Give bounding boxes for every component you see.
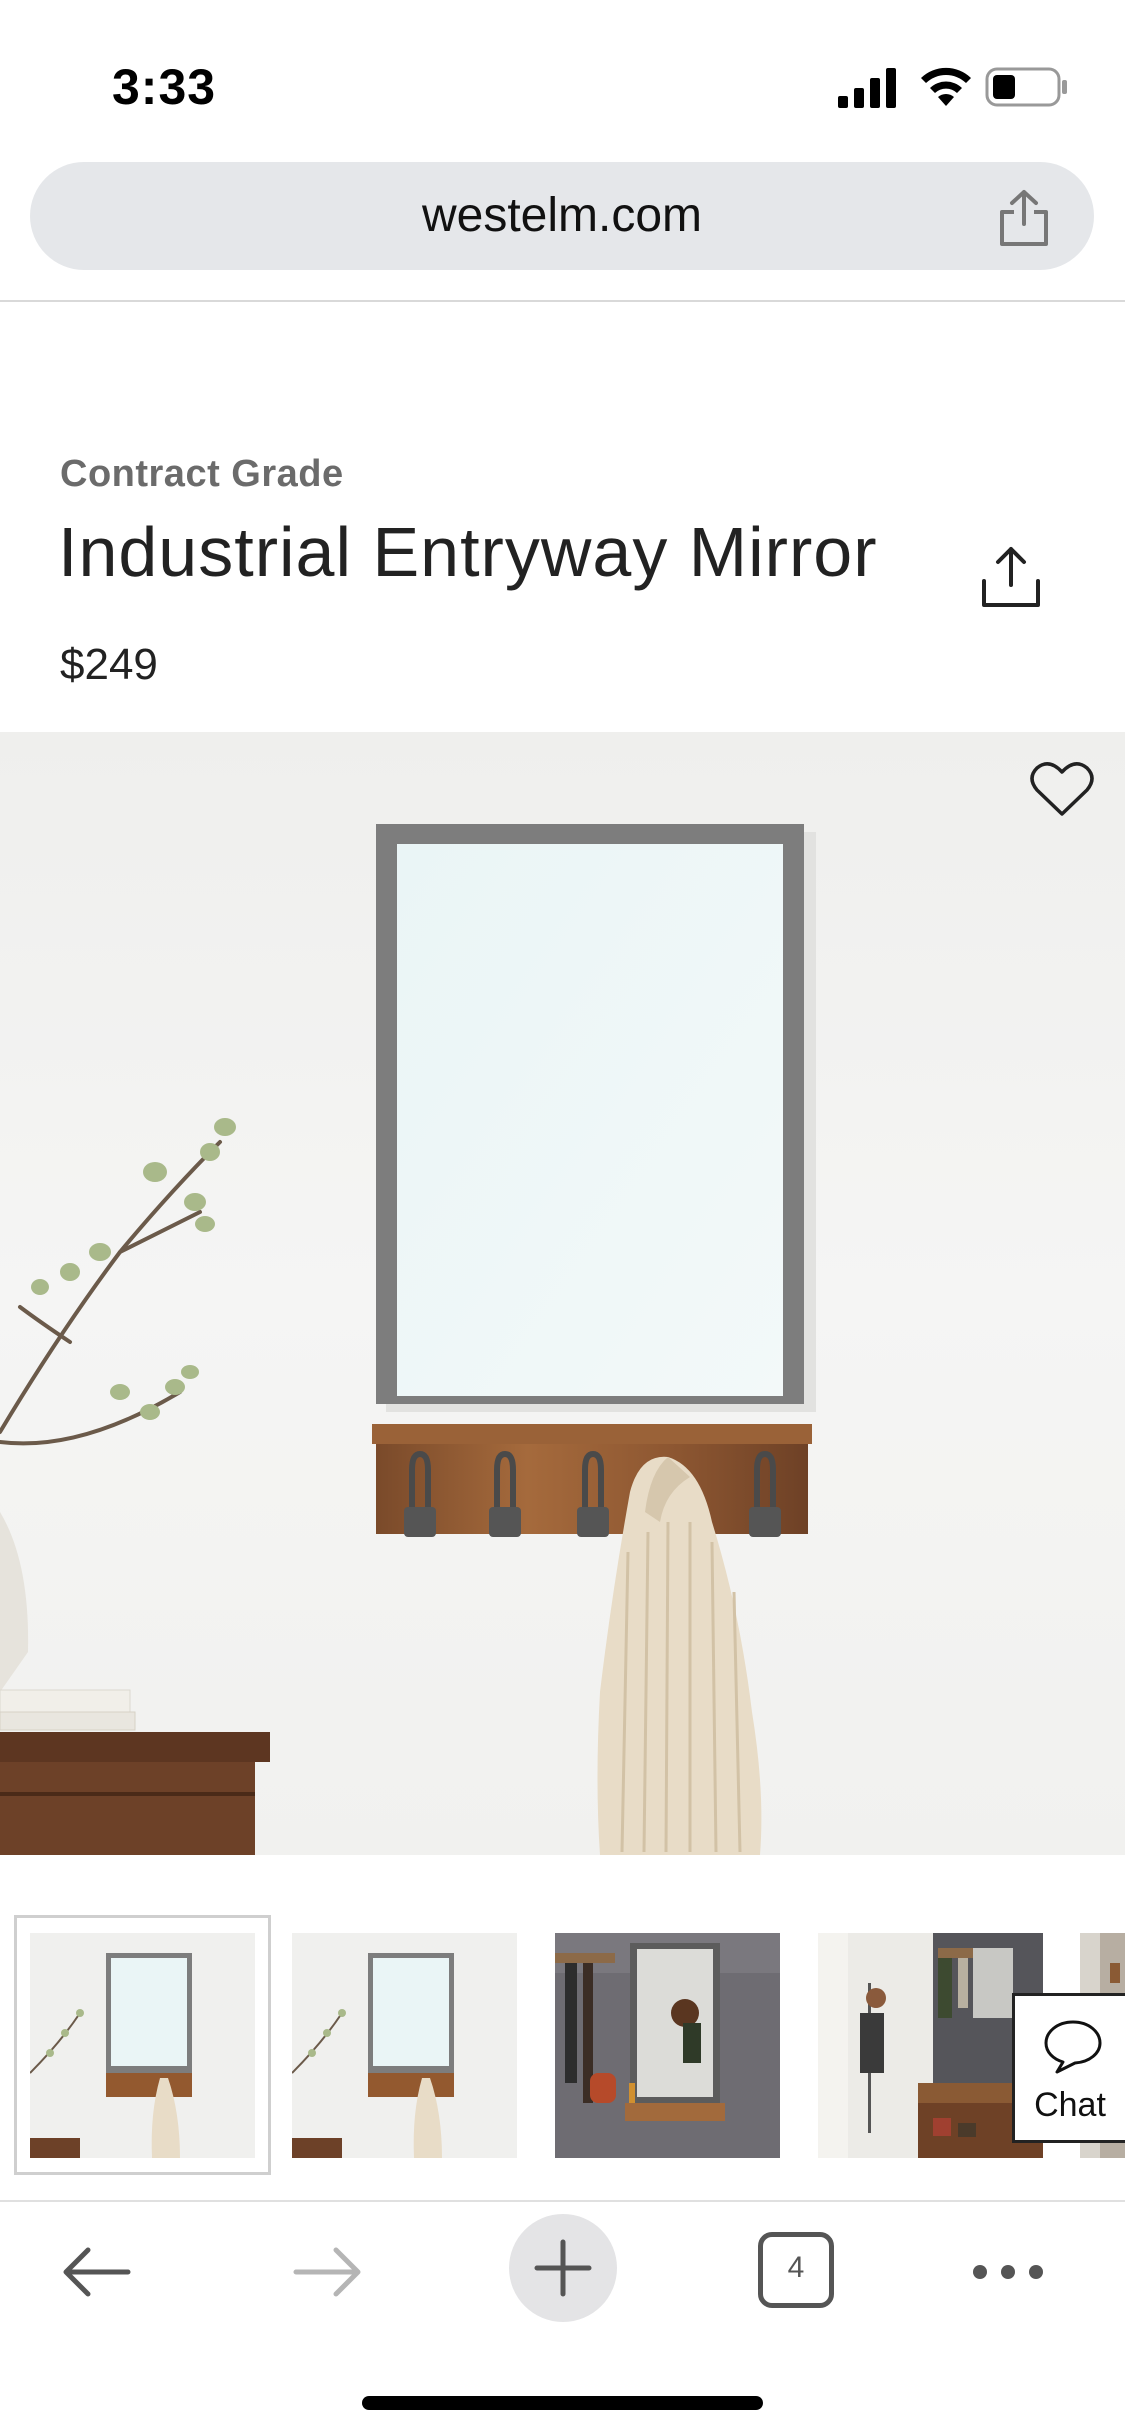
product-photo-illustration	[0, 824, 816, 1855]
chat-button[interactable]: Chat	[1012, 1993, 1125, 2143]
product-title: Industrial Entryway Mirror	[58, 513, 878, 591]
speech-bubble-icon	[1044, 2020, 1102, 2074]
status-bar: 3:33	[0, 0, 1125, 150]
arrow-left-icon[interactable]	[60, 2222, 132, 2322]
thumbnail-2[interactable]	[292, 1933, 517, 2158]
battery-icon	[985, 67, 1067, 107]
thumbnail-1[interactable]	[30, 1933, 255, 2158]
new-tab-button[interactable]	[509, 2214, 617, 2322]
url-text[interactable]: westelm.com	[30, 188, 1094, 243]
address-bar[interactable]: westelm.com	[30, 162, 1094, 270]
page: 3:33 westelm.com Contract Grade Industri…	[0, 0, 1125, 2436]
status-time: 3:33	[112, 59, 217, 115]
thumbnail-4[interactable]	[818, 1933, 1043, 2158]
chat-label: Chat	[1034, 2086, 1106, 2124]
home-indicator[interactable]	[362, 2396, 763, 2410]
plus-icon	[534, 2239, 592, 2297]
image-thumbnail-strip	[0, 1915, 1125, 2175]
heart-icon[interactable]	[1029, 760, 1095, 820]
arrow-right-icon[interactable]	[292, 2222, 364, 2322]
product-price: $249	[60, 640, 158, 689]
more-icon[interactable]	[970, 2222, 1046, 2322]
divider	[0, 300, 1125, 302]
tabs-button[interactable]: 4	[758, 2232, 834, 2308]
thumbnail-3[interactable]	[555, 1933, 780, 2158]
wifi-icon	[921, 67, 971, 106]
product-image[interactable]	[0, 732, 1125, 1855]
cellular-signal-icon	[838, 68, 896, 108]
tab-count: 4	[787, 2251, 805, 2284]
share-icon[interactable]	[978, 545, 1044, 611]
divider	[0, 2200, 1125, 2202]
share-icon[interactable]	[996, 188, 1052, 248]
product-collection-label: Contract Grade	[60, 453, 344, 495]
